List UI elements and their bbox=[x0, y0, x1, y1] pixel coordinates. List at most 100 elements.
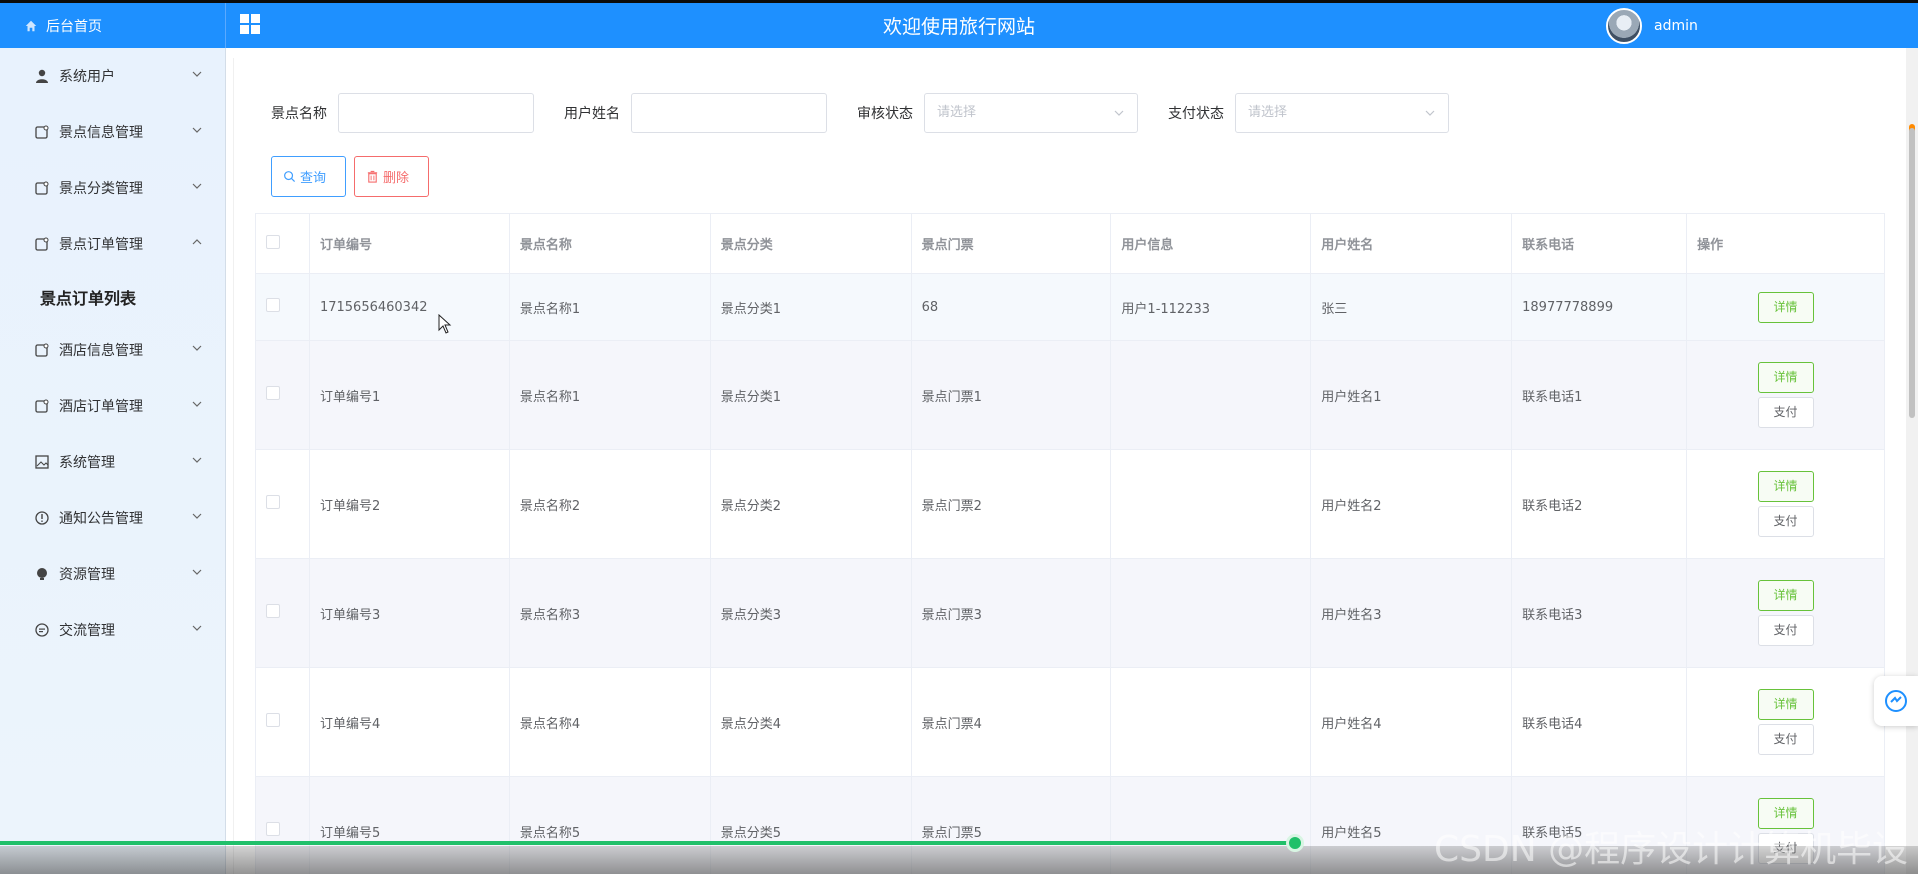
row-checkbox[interactable] bbox=[266, 298, 280, 312]
operations-cell: 详情 支付 bbox=[1686, 449, 1885, 559]
table-cell: 景点门票1 bbox=[910, 340, 1112, 450]
column-header[interactable]: 景点名称 bbox=[508, 213, 711, 274]
chevron-down-icon bbox=[192, 625, 202, 631]
ticket-icon bbox=[35, 399, 49, 413]
pay-status-label: 支付状态 bbox=[1168, 106, 1224, 122]
row-checkbox[interactable] bbox=[266, 495, 280, 509]
filter-bar: 景点名称 用户姓名 审核状态 请选择 支付状态 请选择 bbox=[271, 93, 1479, 133]
sidebar-item-label: 景点订单管理 bbox=[59, 237, 143, 253]
sidebar-item-label: 系统用户 bbox=[59, 69, 115, 85]
user-menu[interactable]: admin bbox=[1606, 6, 1698, 46]
sidebar-item-scenic-category[interactable]: 景点分类管理 bbox=[0, 160, 225, 216]
sidebar-item-label: 酒店信息管理 bbox=[59, 343, 143, 359]
select-placeholder: 请选择 bbox=[1248, 105, 1288, 120]
sidebar-item-resource-management[interactable]: 资源管理 bbox=[0, 546, 225, 602]
sidebar-item-hotel-orders[interactable]: 酒店订单管理 bbox=[0, 378, 225, 434]
row-checkbox[interactable] bbox=[266, 386, 280, 400]
detail-button[interactable]: 详情 bbox=[1757, 471, 1814, 502]
column-header[interactable]: 用户姓名 bbox=[1310, 213, 1513, 274]
chevron-down-icon bbox=[192, 569, 202, 575]
progress-knob[interactable] bbox=[1286, 834, 1304, 852]
delete-button[interactable]: 删除 bbox=[354, 156, 429, 197]
chevron-down-icon bbox=[192, 183, 202, 189]
bulb-icon bbox=[37, 568, 47, 580]
pay-button[interactable]: 支付 bbox=[1757, 615, 1814, 646]
detail-button[interactable]: 详情 bbox=[1757, 291, 1814, 323]
action-buttons: 查询 删除 bbox=[271, 156, 437, 197]
sidebar-item-label: 通知公告管理 bbox=[59, 511, 143, 527]
top-bar: 后台首页 欢迎使用旅行网站 admin bbox=[0, 0, 1918, 48]
pay-button[interactable]: 支付 bbox=[1757, 724, 1814, 755]
column-header[interactable]: 联系电话 bbox=[1511, 213, 1688, 274]
column-header[interactable]: 景点分类 bbox=[709, 213, 912, 274]
table-cell: 景点分类2 bbox=[709, 449, 912, 559]
table-row[interactable]: 订单编号3 景点名称3 景点分类3 景点门票3 用户姓名3 联系电话3 详情 支… bbox=[255, 558, 1885, 668]
pay-button[interactable]: 支付 bbox=[1757, 397, 1814, 428]
sidebar-item-system-users[interactable]: 系统用户 bbox=[0, 48, 225, 104]
chevron-down-icon bbox=[192, 345, 202, 351]
table-row[interactable]: 1715656460342 景点名称1 景点分类1 68 用户1-112233 … bbox=[255, 273, 1885, 341]
table-cell: 用户姓名2 bbox=[1310, 449, 1513, 559]
info-icon bbox=[35, 511, 49, 525]
audit-status-select[interactable]: 请选择 bbox=[924, 93, 1138, 133]
user-icon bbox=[36, 69, 48, 83]
sidebar-item-system-management[interactable]: 系统管理 bbox=[0, 434, 225, 490]
assistant-float-button[interactable] bbox=[1874, 676, 1918, 726]
pay-status-select[interactable]: 请选择 bbox=[1235, 93, 1449, 133]
chevron-down-icon bbox=[192, 127, 202, 133]
ticket-icon bbox=[35, 181, 49, 195]
chevron-down-icon bbox=[192, 457, 202, 463]
row-checkbox[interactable] bbox=[266, 604, 280, 618]
ticket-icon bbox=[35, 237, 49, 251]
detail-button[interactable]: 详情 bbox=[1757, 580, 1814, 611]
sidebar: 系统用户 景点信息管理 景点分类管理 景点订单管理 景点订单列表 酒店信息管理 … bbox=[0, 48, 226, 874]
scenic-name-input[interactable] bbox=[338, 93, 534, 133]
sidebar-subitem-scenic-order-list[interactable]: 景点订单列表 bbox=[0, 272, 225, 322]
table-row[interactable]: 订单编号2 景点名称2 景点分类2 景点门票2 用户姓名2 联系电话2 详情 支… bbox=[255, 449, 1885, 559]
delete-label: 删除 bbox=[383, 171, 410, 186]
grid-menu-icon[interactable] bbox=[238, 12, 262, 36]
search-icon bbox=[284, 171, 296, 183]
sidebar-item-notice-management[interactable]: 通知公告管理 bbox=[0, 490, 225, 546]
detail-button[interactable]: 详情 bbox=[1757, 362, 1814, 393]
orders-table: 订单编号 景点名称 景点分类 景点门票 用户信息 用户姓名 联系电话 操作 17… bbox=[255, 213, 1885, 874]
operations-cell: 详情 支付 bbox=[1686, 558, 1885, 668]
sidebar-item-hotel-info[interactable]: 酒店信息管理 bbox=[0, 322, 225, 378]
sidebar-item-scenic-orders[interactable]: 景点订单管理 bbox=[0, 216, 225, 272]
table-cell: 用户姓名4 bbox=[1310, 667, 1513, 777]
table-row[interactable]: 订单编号1 景点名称1 景点分类1 景点门票1 用户姓名1 联系电话1 详情 支… bbox=[255, 340, 1885, 450]
sidebar-item-scenic-info[interactable]: 景点信息管理 bbox=[0, 104, 225, 160]
table-cell: 景点名称1 bbox=[508, 273, 711, 341]
table-row[interactable]: 订单编号4 景点名称4 景点分类4 景点门票4 用户姓名4 联系电话4 详情 支… bbox=[255, 667, 1885, 777]
row-checkbox[interactable] bbox=[266, 713, 280, 727]
home-link[interactable]: 后台首页 bbox=[0, 3, 226, 48]
query-button[interactable]: 查询 bbox=[271, 156, 346, 197]
table-cell: 订单编号3 bbox=[308, 558, 510, 668]
table-cell bbox=[1110, 449, 1312, 559]
select-all-checkbox[interactable] bbox=[266, 234, 280, 249]
table-cell: 景点门票2 bbox=[910, 449, 1112, 559]
operations-cell: 详情 支付 bbox=[1686, 667, 1885, 777]
assistant-icon bbox=[1885, 690, 1907, 712]
row-checkbox[interactable] bbox=[266, 822, 280, 836]
page-scrollbar[interactable] bbox=[1906, 48, 1918, 874]
column-header[interactable]: 订单编号 bbox=[308, 213, 510, 274]
scroll-thumb[interactable] bbox=[1909, 128, 1915, 418]
column-header[interactable]: 用户信息 bbox=[1110, 213, 1312, 274]
select-all-cell[interactable] bbox=[255, 213, 310, 274]
avatar bbox=[1606, 8, 1642, 44]
user-name-input[interactable] bbox=[631, 93, 827, 133]
chevron-down-icon bbox=[192, 71, 202, 77]
table-cell: 订单编号1 bbox=[308, 340, 510, 450]
pay-button[interactable]: 支付 bbox=[1757, 506, 1814, 537]
table-cell bbox=[1110, 667, 1312, 777]
chevron-down-icon bbox=[1425, 110, 1435, 116]
column-header[interactable]: 景点门票 bbox=[910, 213, 1112, 274]
sidebar-item-label: 景点信息管理 bbox=[59, 125, 143, 141]
table-cell: 订单编号2 bbox=[308, 449, 510, 559]
table-cell: 景点分类1 bbox=[709, 273, 912, 341]
brand-label: 后台首页 bbox=[46, 18, 102, 35]
sidebar-item-communication-management[interactable]: 交流管理 bbox=[0, 602, 225, 658]
detail-button[interactable]: 详情 bbox=[1757, 689, 1814, 720]
image-icon bbox=[35, 455, 49, 469]
